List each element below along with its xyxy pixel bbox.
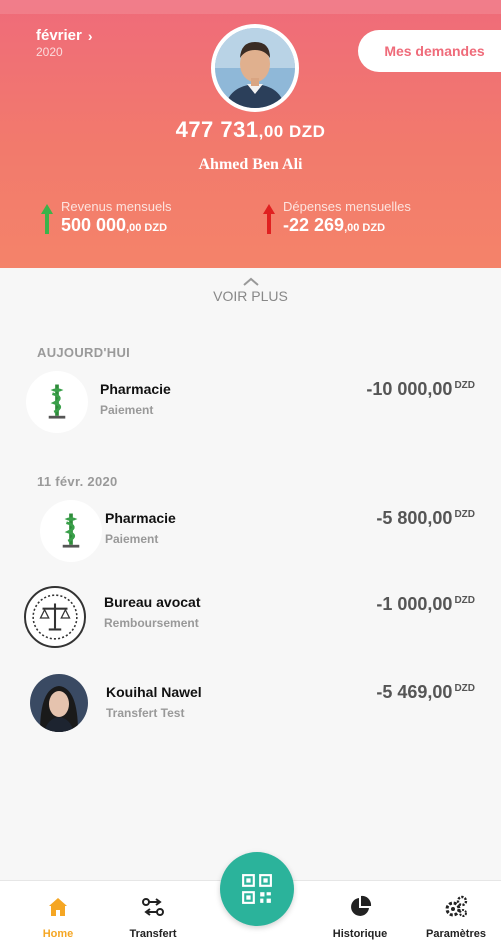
amount-value: -5 469,00 — [376, 682, 453, 702]
transaction-title: Pharmacie — [100, 381, 171, 397]
expenses-decimal: ,00 DZD — [344, 222, 386, 234]
balance-main: 477 731 — [175, 117, 259, 142]
monthly-revenue: Revenus mensuels 500 000,00 DZD — [61, 199, 172, 236]
transaction-amount: -5 800,00 DZD — [376, 508, 475, 529]
nav-settings[interactable]: Paramètres — [416, 881, 496, 948]
transaction-subtitle: Remboursement — [104, 616, 199, 630]
section-title-today: AUJOURD'HUI — [37, 345, 131, 360]
revenue-label: Revenus mensuels — [61, 199, 172, 214]
year-label: 2020 — [36, 45, 63, 59]
transactions-panel: VOIR PLUS AUJOURD'HUI Pharmacie Paiement… — [0, 268, 501, 880]
transaction-title: Bureau avocat — [104, 594, 201, 610]
transaction-row[interactable]: Pharmacie Paiement -10 000,00 DZD — [0, 371, 501, 433]
nav-history[interactable]: Historique — [320, 881, 400, 948]
profile-avatar[interactable] — [211, 24, 299, 112]
user-name: Ahmed Ben Ali — [198, 156, 303, 173]
arrow-up-green-icon — [41, 204, 53, 234]
balance-amount: 477 731,00 DZD — [0, 117, 501, 143]
nav-transfer[interactable]: Transfert — [113, 881, 193, 948]
my-requests-button[interactable]: Mes demandes — [358, 30, 501, 72]
amount-currency: DZD — [454, 595, 475, 606]
pharmacy-logo-icon — [40, 500, 102, 562]
transaction-amount: -5 469,00 DZD — [376, 682, 475, 703]
transaction-row[interactable]: Pharmacie Paiement -5 800,00 DZD — [0, 500, 501, 562]
expenses-value: -22 269 — [283, 215, 345, 235]
pharmacy-logo-icon — [26, 371, 88, 433]
chevron-right-icon: › — [87, 27, 93, 44]
transaction-amount: -1 000,00 DZD — [376, 594, 475, 615]
month-label: février — [36, 27, 82, 44]
revenue-value-wrap: 500 000,00 DZD — [61, 215, 172, 236]
amount-currency: DZD — [454, 380, 475, 391]
transaction-title: Pharmacie — [105, 510, 176, 526]
user-photo-icon — [215, 28, 295, 108]
transaction-title: Kouihal Nawel — [106, 684, 202, 700]
qr-code-icon — [242, 874, 272, 904]
section-title-date: 11 févr. 2020 — [37, 474, 118, 489]
user-avatar-icon — [30, 674, 88, 732]
account-header: février › 2020 Mes demandes 477 731,00 D… — [0, 0, 501, 268]
nav-home-label: Home — [42, 928, 74, 940]
amount-value: -10 000,00 — [366, 379, 453, 399]
revenue-decimal: ,00 DZD — [126, 222, 168, 234]
amount-currency: DZD — [454, 683, 475, 694]
nav-settings-label: Paramètres — [426, 928, 486, 940]
arrow-up-red-icon — [263, 204, 275, 234]
amount-value: -1 000,00 — [376, 594, 453, 614]
transaction-subtitle: Transfert Test — [106, 706, 185, 720]
balance-decimal: ,00 DZD — [258, 122, 326, 141]
transaction-row[interactable]: Bureau avocat Remboursement -1 000,00 DZD — [0, 586, 501, 648]
chevron-up-icon — [0, 274, 501, 286]
transaction-amount: -10 000,00 DZD — [366, 379, 475, 400]
gears-icon — [445, 895, 468, 917]
expenses-label: Dépenses mensuelles — [283, 199, 411, 214]
nav-history-label: Historique — [332, 928, 388, 940]
scan-qr-button[interactable] — [220, 852, 294, 926]
amount-currency: DZD — [454, 509, 475, 520]
monthly-expenses: Dépenses mensuelles -22 269,00 DZD — [283, 199, 411, 236]
transfer-icon — [142, 898, 164, 916]
amount-value: -5 800,00 — [376, 508, 453, 528]
pie-chart-icon — [351, 895, 372, 916]
nav-home[interactable]: Home — [18, 881, 98, 948]
transaction-subtitle: Paiement — [105, 532, 159, 546]
transaction-subtitle: Paiement — [100, 403, 154, 417]
see-more-label: VOIR PLUS — [213, 288, 288, 304]
transaction-row[interactable]: Kouihal Nawel Transfert Test -5 469,00 DZ… — [0, 674, 501, 734]
see-more-button[interactable]: VOIR PLUS — [0, 274, 501, 304]
home-icon — [49, 898, 67, 916]
expenses-value-wrap: -22 269,00 DZD — [283, 215, 411, 236]
nav-transfer-label: Transfert — [129, 928, 177, 940]
month-selector[interactable]: février › — [36, 27, 93, 44]
scales-of-justice-icon — [24, 586, 86, 648]
revenue-value: 500 000 — [61, 215, 127, 235]
